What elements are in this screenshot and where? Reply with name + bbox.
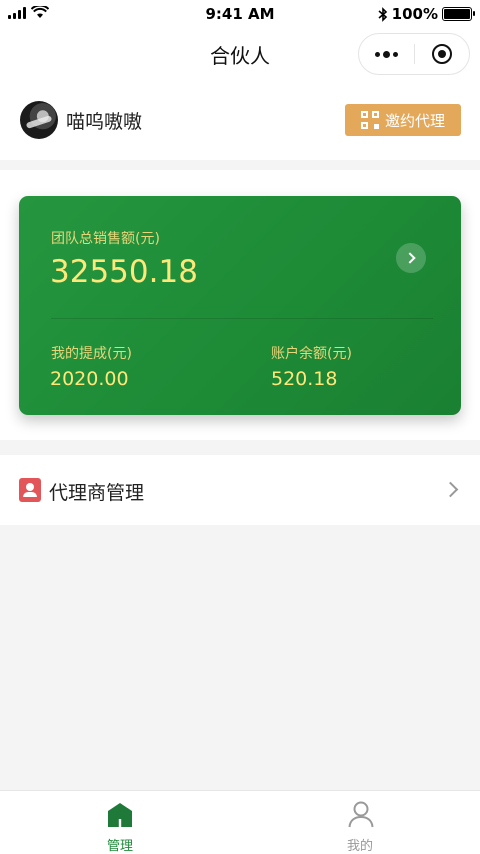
target-icon	[431, 44, 452, 64]
total-sales-label: 团队总销售额(元)	[51, 231, 160, 247]
card-detail-button[interactable]	[396, 243, 426, 273]
status-bar: 9:41 AM 100%	[0, 0, 480, 28]
more-button[interactable]	[359, 34, 414, 74]
avatar[interactable]	[20, 101, 58, 139]
commission-label: 我的提成(元)	[51, 346, 132, 362]
more-icon	[374, 50, 398, 58]
balance-label: 账户余额(元)	[271, 346, 352, 362]
mini-program-capsule	[358, 33, 470, 75]
user-row: 喵呜嗷嗷 邀约代理	[0, 80, 480, 160]
commission-value: 2020.00	[50, 368, 129, 390]
status-right: 100%	[378, 5, 475, 23]
close-button[interactable]	[415, 34, 470, 74]
card-divider	[51, 318, 433, 319]
chevron-right-icon	[403, 252, 416, 264]
card-section: 团队总销售额(元) 32550.18 我的提成(元) 2020.00 账户余额(…	[0, 170, 480, 440]
qr-code-icon	[360, 111, 379, 129]
tab-mine-label: 我的	[346, 839, 373, 854]
sales-card[interactable]: 团队总销售额(元) 32550.18 我的提成(元) 2020.00 账户余额(…	[19, 196, 461, 415]
tab-manage[interactable]: 管理	[0, 791, 240, 854]
tab-mine[interactable]: 我的	[240, 791, 480, 854]
bluetooth-icon	[378, 6, 387, 22]
battery-icon	[442, 7, 475, 21]
invite-agent-button[interactable]: 邀约代理	[345, 104, 461, 136]
balance-value: 520.18	[271, 368, 338, 390]
agent-management-row[interactable]: 代理商管理	[0, 455, 480, 525]
invite-label: 邀约代理	[384, 111, 445, 130]
house-icon	[108, 803, 132, 827]
tab-manage-label: 管理	[106, 839, 133, 854]
agent-management-label: 代理商管理	[49, 482, 145, 504]
username: 喵呜嗷嗷	[66, 111, 143, 133]
tab-bar: 管理 我的	[0, 790, 480, 854]
person-icon	[348, 801, 374, 828]
nav-bar: 合伙人	[0, 28, 480, 80]
battery-percent: 100%	[391, 5, 438, 23]
agent-contact-icon	[19, 478, 41, 502]
chevron-right-icon	[442, 481, 459, 498]
total-sales-value: 32550.18	[50, 254, 198, 290]
screen: 9:41 AM 100% 合伙人 喵呜嗷嗷 邀约代理 团队总销售额(元) 325…	[0, 0, 480, 854]
